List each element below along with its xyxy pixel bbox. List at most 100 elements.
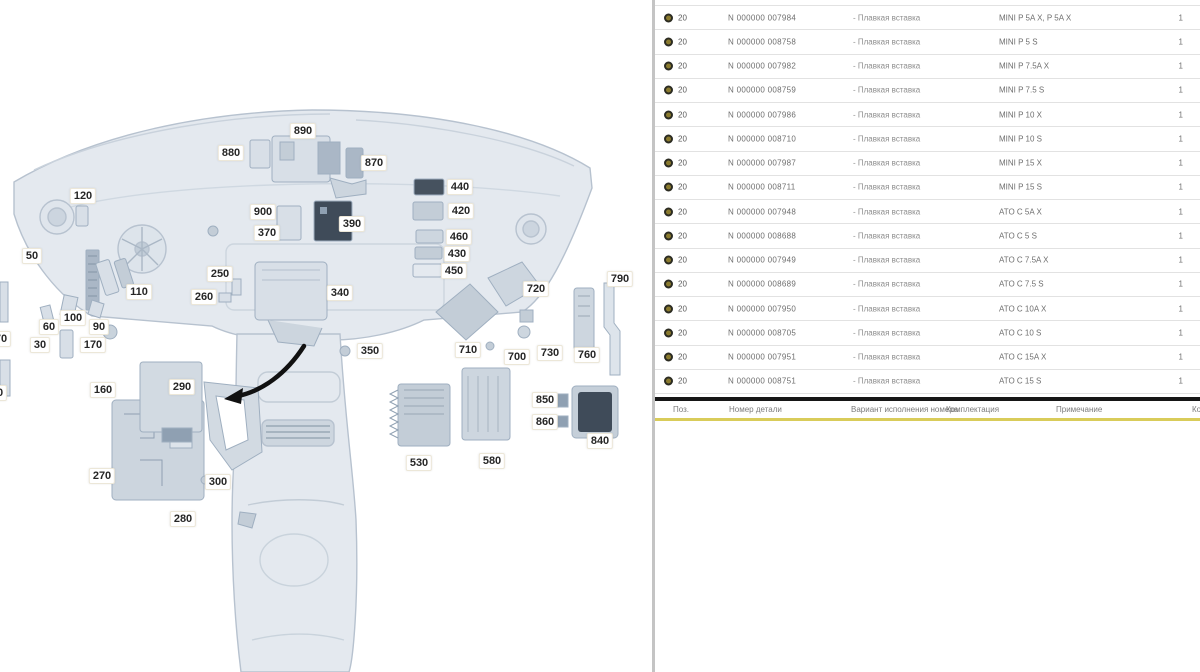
- callout-450[interactable]: 450: [441, 263, 467, 279]
- part-860: [557, 416, 568, 427]
- callout-440[interactable]: 440: [447, 179, 473, 195]
- info-icon[interactable]: [664, 110, 673, 119]
- info-icon[interactable]: [664, 13, 673, 22]
- callout-790[interactable]: 790: [607, 271, 633, 287]
- quantity-cell: 1: [1167, 353, 1183, 362]
- callout-250[interactable]: 250: [207, 266, 233, 282]
- table-end-line: [655, 397, 1200, 401]
- quantity-cell: 1: [1167, 231, 1183, 240]
- callout-430[interactable]: 430: [444, 246, 470, 262]
- callout-730[interactable]: 730: [537, 345, 563, 361]
- callout-40[interactable]: 40: [0, 385, 7, 401]
- part-370: [277, 206, 301, 240]
- info-icon[interactable]: [664, 353, 673, 362]
- info-icon[interactable]: [664, 377, 673, 386]
- designation-cell: ATO C 7.5 S: [999, 280, 1044, 289]
- info-icon[interactable]: [664, 280, 673, 289]
- info-icon[interactable]: [664, 328, 673, 337]
- table-row[interactable]: 20N 000000 008710- Плавкая вставкаMINI P…: [655, 127, 1200, 151]
- callout-120[interactable]: 120: [70, 188, 96, 204]
- callout-280[interactable]: 280: [170, 511, 196, 527]
- callout-350[interactable]: 350: [357, 343, 383, 359]
- table-row[interactable]: 20N 000000 007982- Плавкая вставкаMINI P…: [655, 55, 1200, 79]
- part-430: [415, 247, 442, 259]
- description-cell: - Плавкая вставка: [853, 37, 920, 46]
- info-icon[interactable]: [664, 86, 673, 95]
- table-row[interactable]: 20N 000000 008688- Плавкая вставкаATO C …: [655, 224, 1200, 248]
- table-row[interactable]: 20N 000000 008758- Плавкая вставкаMINI P…: [655, 30, 1200, 54]
- info-icon[interactable]: [664, 304, 673, 313]
- position-cell: 20: [678, 353, 687, 362]
- callout-60[interactable]: 60: [39, 319, 59, 335]
- quantity-cell: 1: [1167, 207, 1183, 216]
- part-580: [462, 368, 510, 440]
- part-number-cell: N 000000 007949: [728, 256, 796, 265]
- table-row[interactable]: 20N 000000 007951- Плавкая вставкаATO C …: [655, 346, 1200, 370]
- table-row[interactable]: 20N 000000 007949- Плавкая вставкаATO C …: [655, 249, 1200, 273]
- table-row[interactable]: 20N 000000 008751- Плавкая вставкаATO C …: [655, 370, 1200, 394]
- callout-290[interactable]: 290: [169, 379, 195, 395]
- table-row[interactable]: 20N 000000 007984- Плавкая вставкаMINI P…: [655, 6, 1200, 30]
- info-icon[interactable]: [664, 256, 673, 265]
- table-row[interactable]: 20N 000000 007987- Плавкая вставкаMINI P…: [655, 152, 1200, 176]
- callout-90[interactable]: 90: [89, 319, 109, 335]
- info-icon[interactable]: [664, 37, 673, 46]
- callout-760[interactable]: 760: [574, 347, 600, 363]
- table-row[interactable]: 20N 000000 007948- Плавкая вставкаATO C …: [655, 200, 1200, 224]
- callout-160[interactable]: 160: [90, 382, 116, 398]
- quantity-cell: 1: [1167, 62, 1183, 71]
- table-row[interactable]: 20N 000000 008689- Плавкая вставкаATO C …: [655, 273, 1200, 297]
- table-row[interactable]: 20N 000000 008711- Плавкая вставкаMINI P…: [655, 176, 1200, 200]
- callout-300[interactable]: 300: [205, 474, 231, 490]
- position-cell: 20: [678, 86, 687, 95]
- position-cell: 20: [678, 159, 687, 168]
- callout-170[interactable]: 170: [80, 337, 106, 353]
- part-number-cell: N 000000 007982: [728, 62, 796, 71]
- callout-890[interactable]: 890: [290, 123, 316, 139]
- callout-390[interactable]: 390: [339, 216, 365, 232]
- table-row[interactable]: 20N 000000 007950- Плавкая вставкаATO C …: [655, 297, 1200, 321]
- callout-880[interactable]: 880: [218, 145, 244, 161]
- designation-cell: MINI P 10 S: [999, 134, 1042, 143]
- info-icon[interactable]: [664, 207, 673, 216]
- table-row[interactable]: 20N 000000 007986- Плавкая вставкаMINI P…: [655, 103, 1200, 127]
- position-cell: 20: [678, 134, 687, 143]
- info-icon[interactable]: [664, 183, 673, 192]
- callout-460[interactable]: 460: [446, 229, 472, 245]
- callout-580[interactable]: 580: [479, 453, 505, 469]
- description-cell: - Плавкая вставка: [853, 110, 920, 119]
- callout-700[interactable]: 700: [504, 349, 530, 365]
- description-cell: - Плавкая вставка: [853, 304, 920, 313]
- callout-50[interactable]: 50: [22, 248, 42, 264]
- table-row[interactable]: 20N 000000 008759- Плавкая вставкаMINI P…: [655, 79, 1200, 103]
- callout-840[interactable]: 840: [587, 433, 613, 449]
- callout-110[interactable]: 110: [126, 284, 152, 300]
- parts-table-rows: 20N 000000 007984- Плавкая вставкаMINI P…: [655, 5, 1200, 399]
- callout-900[interactable]: 900: [250, 204, 276, 220]
- callout-710[interactable]: 710: [455, 342, 481, 358]
- callout-530[interactable]: 530: [406, 455, 432, 471]
- designation-cell: MINI P 10 X: [999, 110, 1042, 119]
- callout-270[interactable]: 270: [89, 468, 115, 484]
- callout-260[interactable]: 260: [191, 289, 217, 305]
- callout-70[interactable]: 70: [0, 331, 11, 347]
- callout-720[interactable]: 720: [523, 281, 549, 297]
- callout-30[interactable]: 30: [30, 337, 50, 353]
- part-880: [250, 140, 270, 168]
- description-cell: - Плавкая вставка: [853, 377, 920, 386]
- info-icon[interactable]: [664, 231, 673, 240]
- callout-420[interactable]: 420: [448, 203, 474, 219]
- callout-340[interactable]: 340: [327, 285, 353, 301]
- callout-100[interactable]: 100: [60, 310, 86, 326]
- info-icon[interactable]: [664, 159, 673, 168]
- callout-850[interactable]: 850: [532, 392, 558, 408]
- callout-870[interactable]: 870: [361, 155, 387, 171]
- info-icon[interactable]: [664, 134, 673, 143]
- callout-370[interactable]: 370: [254, 225, 280, 241]
- table-row[interactable]: 20N 000000 008705- Плавкая вставкаATO C …: [655, 321, 1200, 345]
- callout-860[interactable]: 860: [532, 414, 558, 430]
- parts-table-panel: 20N 000000 007984- Плавкая вставкаMINI P…: [655, 0, 1200, 672]
- quantity-cell: 1: [1167, 134, 1183, 143]
- info-icon[interactable]: [664, 62, 673, 71]
- position-cell: 20: [678, 37, 687, 46]
